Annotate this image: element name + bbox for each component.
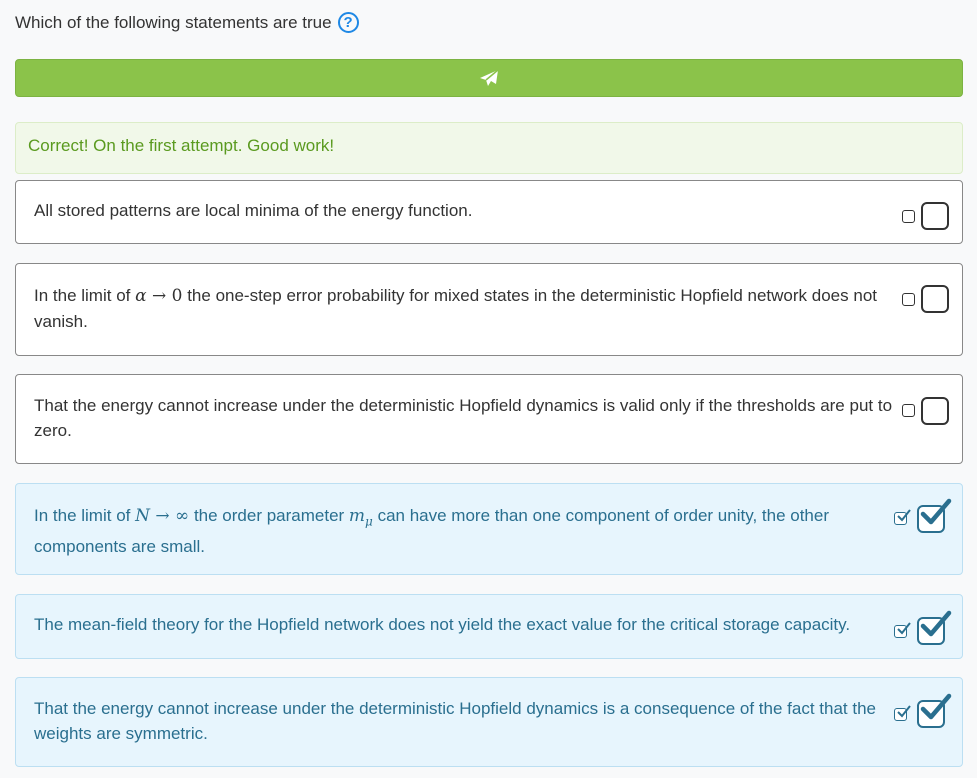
option-text: The mean-field theory for the Hopfield n… bbox=[34, 615, 851, 634]
question-text: Which of the following statements are tr… bbox=[15, 12, 332, 32]
checkbox-large[interactable] bbox=[921, 397, 949, 425]
feedback-text: Correct! On the first attempt. Good work… bbox=[28, 136, 335, 155]
check-icon bbox=[897, 705, 911, 718]
option-text: In the limit of α → 0 the one-step error… bbox=[34, 286, 877, 331]
option-text: That the energy cannot increase under th… bbox=[34, 699, 876, 743]
option-text: All stored patterns are local minima of … bbox=[34, 201, 473, 220]
question-prompt: Which of the following statements are tr… bbox=[15, 12, 359, 33]
option-4[interactable]: In the limit of N → ∞ the order paramete… bbox=[15, 483, 963, 575]
option-3[interactable]: That the energy cannot increase under th… bbox=[15, 374, 963, 464]
option-2[interactable]: In the limit of α → 0 the one-step error… bbox=[15, 263, 963, 356]
option-text: That the energy cannot increase under th… bbox=[34, 396, 893, 440]
checkbox-large[interactable] bbox=[921, 285, 949, 313]
option-text: In the limit of N → ∞ the order paramete… bbox=[34, 506, 829, 557]
check-icon bbox=[920, 498, 952, 525]
checkbox-small[interactable] bbox=[902, 404, 915, 417]
check-icon bbox=[920, 610, 952, 637]
check-icon bbox=[897, 622, 911, 635]
option-5[interactable]: The mean-field theory for the Hopfield n… bbox=[15, 594, 963, 659]
option-1[interactable]: All stored patterns are local minima of … bbox=[15, 180, 963, 244]
checkbox-small[interactable] bbox=[902, 210, 915, 223]
paper-plane-icon bbox=[480, 69, 499, 86]
check-icon bbox=[897, 509, 911, 522]
submit-button[interactable] bbox=[15, 59, 963, 97]
feedback-message: Correct! On the first attempt. Good work… bbox=[15, 122, 963, 174]
checkbox-large[interactable] bbox=[921, 202, 949, 230]
option-6[interactable]: That the energy cannot increase under th… bbox=[15, 677, 963, 767]
checkbox-small[interactable] bbox=[902, 293, 915, 306]
question-circle-icon[interactable]: ? bbox=[337, 12, 359, 33]
check-icon bbox=[920, 693, 952, 720]
